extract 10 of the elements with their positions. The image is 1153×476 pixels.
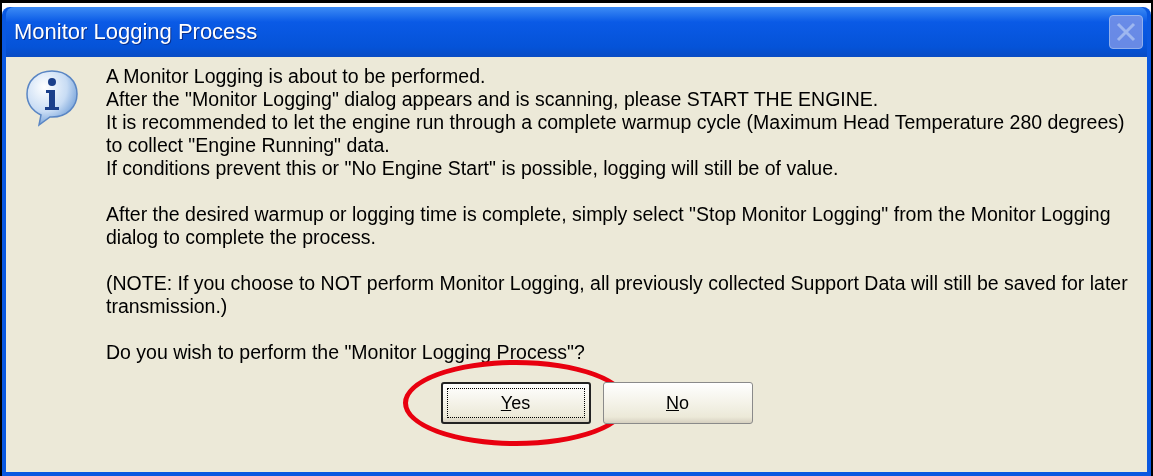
window-title: Monitor Logging Process (14, 19, 258, 45)
dialog-button[interactable]: No (602, 382, 753, 424)
message-text: A Monitor Logging is about to be performed. After the "Monitor Logging" dialog appears and is scanning, please START THE ENGINE. It is recommended to let the engine run through a complete warmup cycle (Maximum Head Temperature 280 degrees) to collect "Engine Running" data. If conditions prevent this or "No Engine Start" is possible, logging will still be of value. (106, 65, 1126, 180)
message-text: After the desired warmup or logging time is complete, simply select "Stop Monitor Logging" from the Monitor Logging dialog to complete the process. (106, 203, 1112, 249)
dialog-button[interactable]: Yes (440, 382, 591, 424)
information-icon (24, 69, 80, 127)
message-text: Do you wish to perform the "Monitor Logging Process"? (106, 341, 586, 364)
close-button[interactable] (1109, 15, 1143, 49)
close-icon (1115, 21, 1137, 43)
message-text: (NOTE: If you choose to NOT perform Monitor Logging, all previously collected Support Data will still be saved for later transmission.) (106, 272, 1128, 318)
